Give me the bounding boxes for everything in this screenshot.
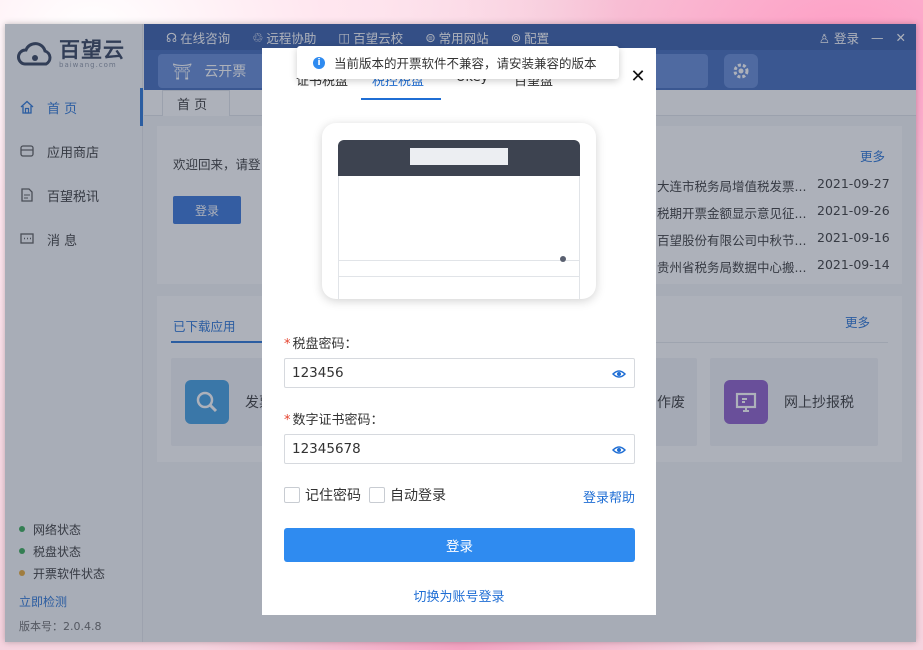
input-value: 123456 [292, 365, 344, 381]
auto-login-checkbox[interactable] [369, 487, 385, 503]
switch-account-login-link[interactable]: 切换为账号登录 [262, 586, 656, 605]
compatibility-toast: i 当前版本的开票软件不兼容，请安装兼容的版本 [297, 46, 619, 79]
field-label-text: 数字证书密码： [292, 413, 384, 428]
device-line [339, 276, 579, 277]
toast-message: 当前版本的开票软件不兼容，请安装兼容的版本 [334, 56, 597, 71]
tax-disk-illustration [322, 123, 596, 299]
device-slot [410, 148, 508, 165]
login-help-link[interactable]: 登录帮助 [583, 487, 635, 506]
required-marker: * [284, 413, 291, 428]
remember-password-label[interactable]: 记住密码 [305, 485, 361, 505]
login-modal: 证书税盘 税控税盘 Ukey 百望盘 ✕ *税盘密码： 123456 *数字证书… [262, 48, 656, 615]
device-line [339, 260, 579, 261]
login-options: 记住密码 自动登录 [284, 485, 446, 505]
login-button[interactable]: 登录 [284, 528, 635, 562]
device-body [338, 176, 580, 299]
info-icon: i [313, 56, 325, 69]
tax-disk-password-input[interactable]: 123456 [284, 358, 635, 388]
remember-password-checkbox[interactable] [284, 487, 300, 503]
input-value: 12345678 [292, 441, 361, 457]
device-led [560, 256, 566, 262]
modal-close-button[interactable]: ✕ [628, 66, 648, 87]
required-marker: * [284, 337, 291, 352]
field-label-text: 税盘密码： [292, 337, 358, 352]
eye-icon[interactable] [612, 443, 626, 457]
cert-password-label: * 数字证书密码： [284, 409, 384, 428]
active-tab-indicator [361, 98, 441, 100]
cert-password-input[interactable]: 12345678 [284, 434, 635, 464]
tax-disk-password-label: * 税盘密码： [284, 333, 358, 352]
device-top [338, 140, 580, 176]
auto-login-label[interactable]: 自动登录 [390, 485, 446, 505]
eye-icon[interactable] [612, 367, 626, 381]
